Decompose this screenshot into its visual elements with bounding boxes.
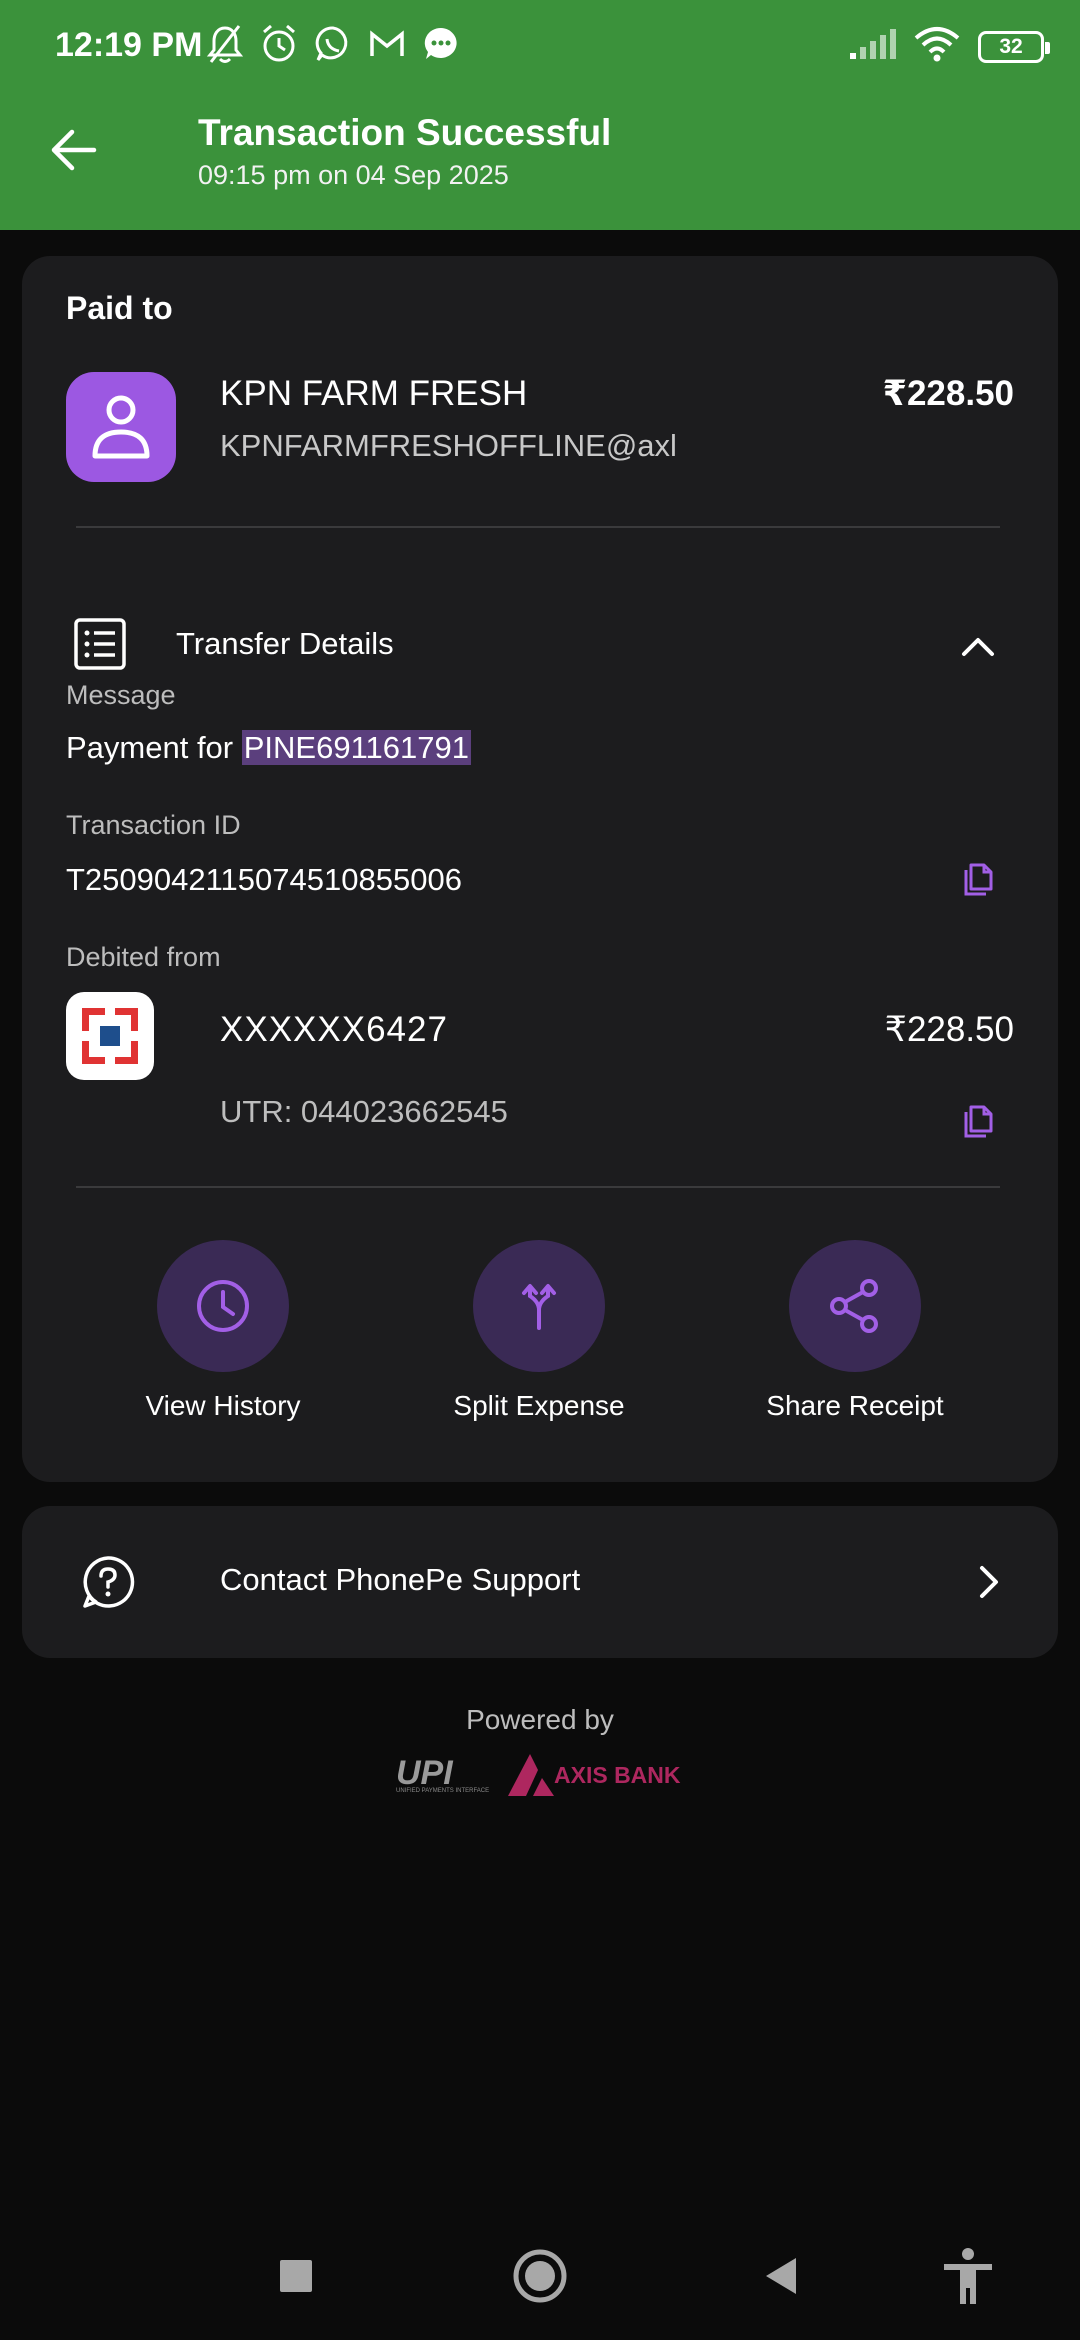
system-nav-bar <box>0 2210 1080 2340</box>
accessibility-button[interactable] <box>938 2246 998 2306</box>
back-nav-button[interactable] <box>752 2246 812 2306</box>
transfer-details-label: Transfer Details <box>176 626 394 661</box>
split-icon <box>522 1284 556 1330</box>
debit-amount: ₹228.50 <box>884 1010 1014 1049</box>
notification-icons <box>205 22 461 66</box>
system-icons: 32 <box>848 26 1050 67</box>
chevron-up-icon <box>962 638 994 656</box>
powered-by-label: Powered by <box>466 1704 614 1735</box>
clock-icon <box>197 1280 249 1332</box>
upi-tagline: UNIFIED PAYMENTS INTERFACE <box>396 1788 490 1794</box>
status-bar: 12:19 PM 32 <box>0 0 1080 96</box>
split-expense-button[interactable]: Split Expense <box>419 1240 659 1440</box>
messages-icon <box>421 22 461 66</box>
alarm-icon <box>259 22 299 66</box>
transaction-id-label: Transaction ID <box>66 810 241 840</box>
home-button[interactable] <box>510 2246 570 2306</box>
contact-support-button[interactable]: Contact PhonePe Support <box>22 1506 1058 1658</box>
debited-from-label: Debited from <box>66 942 221 972</box>
action-label: Share Receipt <box>766 1390 944 1421</box>
action-circle <box>473 1240 605 1372</box>
message-reference: PINE691161791 <box>241 730 471 765</box>
signal-icon <box>848 27 896 66</box>
square-icon <box>280 2260 312 2292</box>
status-time: 12:19 PM <box>55 26 203 64</box>
merchant-name: KPN FARM FRESH <box>220 374 528 413</box>
message-value: Payment for PINE691161791 <box>66 730 471 766</box>
accessibility-icon <box>944 2248 992 2304</box>
page-title: Transaction Successful <box>198 112 612 153</box>
list-icon <box>74 618 126 670</box>
muted-bell-icon <box>205 22 245 66</box>
help-icon <box>83 1556 135 1608</box>
action-circle <box>157 1240 289 1372</box>
arrow-left-icon <box>51 129 97 171</box>
back-button[interactable] <box>44 118 108 182</box>
transaction-datetime: 09:15 pm on 04 Sep 2025 <box>198 160 509 190</box>
view-history-button[interactable]: View History <box>103 1240 343 1440</box>
divider <box>76 526 1000 528</box>
person-icon <box>92 395 150 459</box>
support-label: Contact PhonePe Support <box>220 1562 581 1597</box>
bank-logo <box>66 992 154 1080</box>
hdfc-bank-icon <box>82 1008 138 1064</box>
action-label: View History <box>145 1390 301 1421</box>
action-circle <box>789 1240 921 1372</box>
transfer-details-toggle[interactable]: Transfer Details <box>22 576 1058 706</box>
triangle-back-icon <box>766 2258 796 2294</box>
gmail-icon <box>367 22 407 66</box>
share-icon <box>830 1279 878 1333</box>
transaction-id: T2509042115074510855006 <box>66 862 462 897</box>
app-header: 12:19 PM 32 Transaction Successful 09:15… <box>0 0 1080 230</box>
axis-bank-name: AXIS BANK <box>554 1762 681 1788</box>
chevron-right-icon <box>980 1566 998 1598</box>
merchant-vpa: KPNFARMFRESHOFFLINE@axl <box>220 428 677 463</box>
message-label: Message <box>66 680 176 710</box>
axis-bank-logo: AXIS BANK <box>506 1750 696 1800</box>
merchant-avatar <box>66 372 176 482</box>
copy-icon[interactable] <box>958 860 998 900</box>
recents-button[interactable] <box>266 2246 326 2306</box>
action-label: Split Expense <box>453 1390 625 1421</box>
utr-number: UTR: 044023662545 <box>220 1094 508 1129</box>
paid-amount: ₹228.50 <box>882 374 1014 413</box>
transaction-card: Paid to KPN FARM FRESH KPNFARMFRESHOFFLI… <box>22 256 1058 1482</box>
account-number: XXXXXX6427 <box>220 1010 448 1049</box>
share-receipt-button[interactable]: Share Receipt <box>735 1240 975 1440</box>
axis-bank-icon <box>508 1754 554 1796</box>
battery-icon: 32 <box>978 30 1050 63</box>
whatsapp-icon <box>313 22 353 66</box>
divider <box>76 1186 1000 1188</box>
partner-logos: UPI UNIFIED PAYMENTS INTERFACE AXIS BANK <box>396 1750 696 1800</box>
message-prefix: Payment for <box>66 730 242 765</box>
paid-to-label: Paid to <box>66 290 173 326</box>
home-circle-icon <box>513 2249 567 2303</box>
copy-icon[interactable] <box>958 1102 998 1142</box>
wifi-icon <box>914 26 960 67</box>
